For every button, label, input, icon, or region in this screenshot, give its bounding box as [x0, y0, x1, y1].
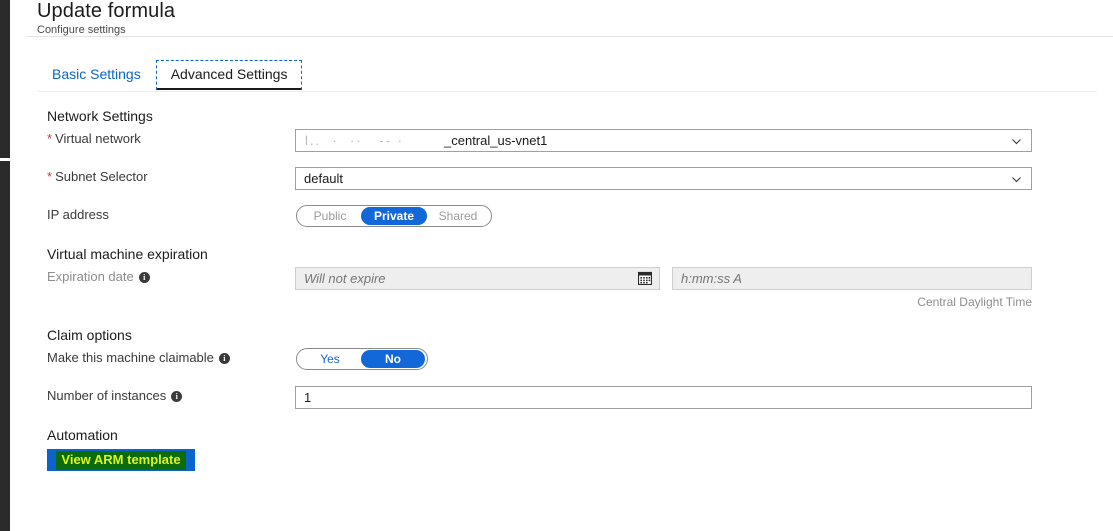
- label-subnet-selector: * Subnet Selector: [47, 169, 148, 185]
- tab-advanced-settings[interactable]: Advanced Settings: [155, 60, 303, 90]
- label-subnet-selector-text: Subnet Selector: [55, 169, 148, 184]
- number-of-instances-input[interactable]: [295, 386, 1032, 409]
- section-title-automation: Automation: [47, 427, 118, 443]
- claimable-toggle-group: Yes No: [296, 348, 428, 370]
- info-icon[interactable]: i: [171, 391, 183, 402]
- label-number-of-instances-text: Number of instances: [47, 388, 167, 403]
- page-subtitle: Configure settings: [37, 24, 126, 36]
- label-virtual-network: * Virtual network: [47, 131, 141, 147]
- page-title: Update formula: [37, 0, 176, 22]
- required-asterisk-subnet-selector: *: [47, 169, 53, 184]
- section-title-claim-options: Claim options: [47, 327, 132, 343]
- timezone-label: Central Daylight Time: [917, 295, 1032, 309]
- left-navigation-rail: [0, 0, 10, 531]
- info-icon[interactable]: i: [138, 272, 150, 283]
- label-number-of-instances: Number of instances i: [47, 388, 183, 404]
- label-expiration-date-text: Expiration date: [47, 269, 134, 284]
- ip-address-option-private[interactable]: Private: [361, 207, 427, 225]
- blade-content: Update formula Configure settings Basic …: [10, 0, 1113, 531]
- settings-tablist: Basic Settings Advanced Settings: [37, 60, 303, 90]
- tabs-divider: [37, 91, 1097, 92]
- claimable-option-no[interactable]: No: [361, 350, 425, 368]
- tab-basic-settings[interactable]: Basic Settings: [37, 60, 156, 90]
- virtual-network-redacted-prefix: l.. · ·· -- ·: [305, 133, 404, 148]
- subnet-selector-dropdown[interactable]: default: [295, 167, 1032, 190]
- view-arm-template-label: View ARM template: [56, 450, 186, 470]
- blade-header: Update formula Configure settings: [10, 0, 1113, 36]
- info-icon[interactable]: i: [218, 353, 230, 364]
- calendar-icon[interactable]: [637, 271, 653, 286]
- left-rail-divider: [0, 158, 10, 161]
- ip-address-option-public[interactable]: Public: [299, 207, 361, 225]
- section-title-network-settings: Network Settings: [47, 108, 153, 124]
- required-asterisk-virtual-network: *: [47, 131, 53, 146]
- ip-address-toggle-group: Public Private Shared: [296, 205, 492, 227]
- header-divider: [27, 36, 1113, 37]
- virtual-network-dropdown[interactable]: l.. · ·· -- · _central_us-vnet1: [295, 129, 1032, 152]
- expiration-date-input[interactable]: [295, 267, 660, 290]
- expiration-time-input[interactable]: [672, 267, 1032, 290]
- label-virtual-network-text: Virtual network: [55, 131, 141, 146]
- ip-address-option-shared[interactable]: Shared: [427, 207, 489, 225]
- virtual-network-value: _central_us-vnet1: [444, 133, 548, 148]
- label-ip-address: IP address: [47, 207, 109, 222]
- label-expiration-date: Expiration date i: [47, 269, 150, 285]
- section-title-vm-expiration: Virtual machine expiration: [47, 246, 208, 262]
- label-make-machine-claimable-text: Make this machine claimable: [47, 350, 214, 365]
- view-arm-template-button[interactable]: View ARM template: [47, 449, 195, 471]
- claimable-option-yes[interactable]: Yes: [299, 350, 361, 368]
- label-make-machine-claimable: Make this machine claimable i: [47, 350, 230, 366]
